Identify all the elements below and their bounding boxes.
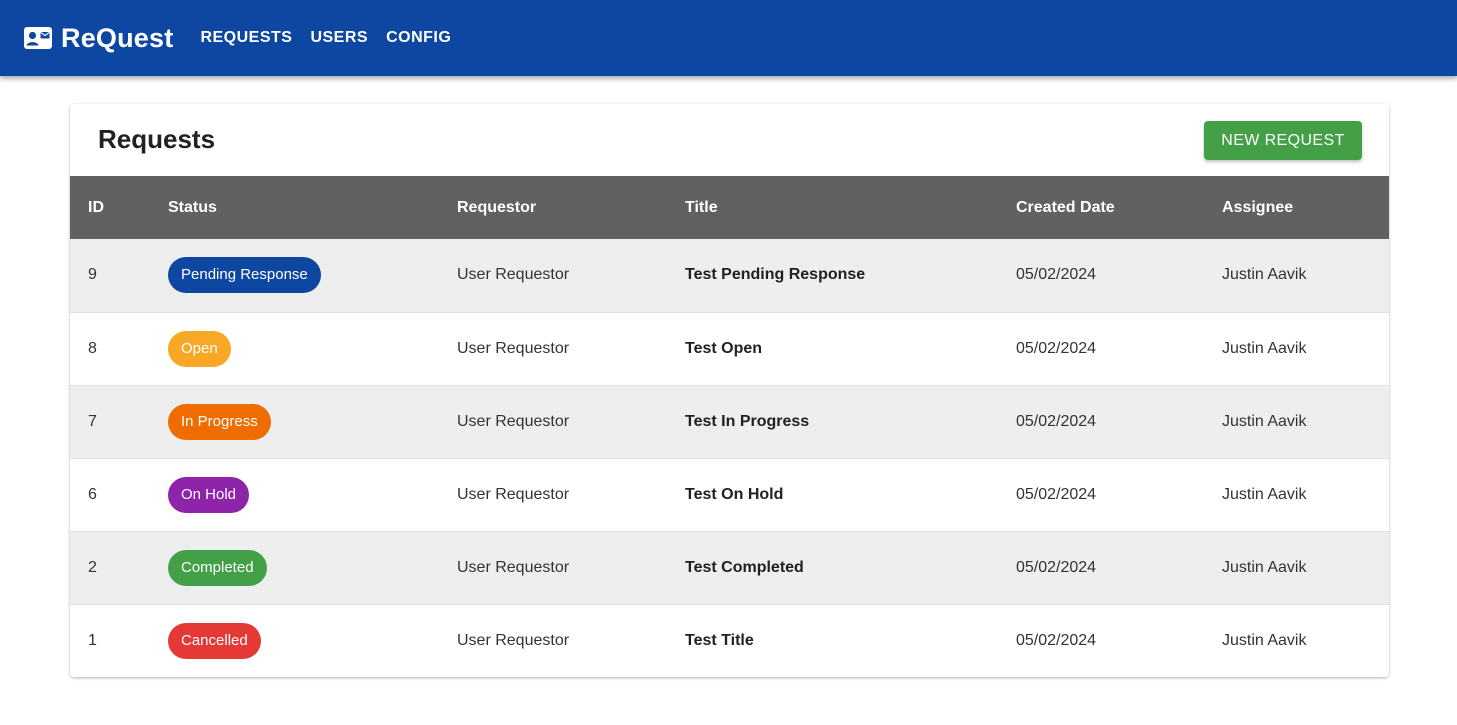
cell-id: 2 <box>88 558 97 576</box>
cell-title: Test Completed <box>685 558 804 576</box>
cell-id: 9 <box>88 266 97 284</box>
column-header-requestor[interactable]: Requestor <box>457 176 685 239</box>
table-header-row: ID Status Requestor Title Created Date A… <box>70 176 1389 239</box>
column-header-created-date[interactable]: Created Date <box>1016 176 1222 239</box>
nav-config[interactable]: CONFIG <box>377 23 460 53</box>
cell-created-date: 05/02/2024 <box>1016 631 1097 649</box>
main-nav: REQUESTS USERS CONFIG <box>191 23 460 53</box>
nav-requests[interactable]: REQUESTS <box>191 23 301 53</box>
status-badge: On Hold <box>168 476 250 513</box>
table-row[interactable]: 1 Cancelled User Requestor Test Title 05… <box>70 604 1389 677</box>
cell-created-date: 05/02/2024 <box>1016 339 1097 357</box>
status-badge: In Progress <box>168 403 271 440</box>
cell-assignee: Justin Aavik <box>1222 412 1307 430</box>
cell-created-date: 05/02/2024 <box>1016 412 1097 430</box>
cell-created-date: 05/02/2024 <box>1016 485 1097 503</box>
status-badge: Completed <box>168 549 267 586</box>
cell-requestor: User Requestor <box>457 558 570 576</box>
cell-requestor: User Requestor <box>457 266 570 284</box>
column-header-id[interactable]: ID <box>70 176 168 239</box>
card-header: Requests NEW REQUEST <box>70 104 1389 176</box>
cell-assignee: Justin Aavik <box>1222 266 1307 284</box>
status-badge: Cancelled <box>168 622 261 659</box>
column-header-title[interactable]: Title <box>685 176 1016 239</box>
cell-title: Test In Progress <box>685 412 810 430</box>
cell-requestor: User Requestor <box>457 412 570 430</box>
cell-title: Test Title <box>685 631 754 649</box>
cell-id: 7 <box>88 412 97 430</box>
cell-title: Test Open <box>685 339 763 357</box>
requests-table: ID Status Requestor Title Created Date A… <box>70 176 1389 677</box>
requests-card: Requests NEW REQUEST ID Status Requestor… <box>70 104 1389 677</box>
cell-id: 6 <box>88 485 97 503</box>
cell-status: Open <box>168 312 457 385</box>
nav-users[interactable]: USERS <box>301 23 377 53</box>
cell-assignee: Justin Aavik <box>1222 485 1307 503</box>
brand[interactable]: ReQuest <box>24 23 173 54</box>
cell-title: Test On Hold <box>685 485 784 503</box>
column-header-status[interactable]: Status <box>168 176 457 239</box>
new-request-button[interactable]: NEW REQUEST <box>1204 121 1362 160</box>
cell-status: In Progress <box>168 385 457 458</box>
cell-id: 8 <box>88 339 97 357</box>
table-row[interactable]: 6 On Hold User Requestor Test On Hold 05… <box>70 458 1389 531</box>
cell-status: Completed <box>168 531 457 604</box>
cell-assignee: Justin Aavik <box>1222 558 1307 576</box>
cell-title: Test Pending Response <box>685 266 866 284</box>
brand-name: ReQuest <box>61 22 174 53</box>
table-row[interactable]: 9 Pending Response User Requestor Test P… <box>70 239 1389 312</box>
table-row[interactable]: 8 Open User Requestor Test Open 05/02/20… <box>70 312 1389 385</box>
cell-requestor: User Requestor <box>457 485 570 503</box>
cell-created-date: 05/02/2024 <box>1016 558 1097 576</box>
column-header-assignee[interactable]: Assignee <box>1222 176 1389 239</box>
table-row[interactable]: 2 Completed User Requestor Test Complete… <box>70 531 1389 604</box>
cell-requestor: User Requestor <box>457 631 570 649</box>
cell-assignee: Justin Aavik <box>1222 339 1307 357</box>
table-row[interactable]: 7 In Progress User Requestor Test In Pro… <box>70 385 1389 458</box>
status-badge: Pending Response <box>168 257 321 294</box>
cell-id: 1 <box>88 631 97 649</box>
cell-assignee: Justin Aavik <box>1222 631 1307 649</box>
cell-status: On Hold <box>168 458 457 531</box>
status-badge: Open <box>168 330 231 367</box>
app-bar: ReQuest REQUESTS USERS CONFIG <box>0 0 1457 76</box>
page-title: Requests <box>98 124 216 154</box>
cell-status: Pending Response <box>168 239 457 312</box>
cell-requestor: User Requestor <box>457 339 570 357</box>
contact-card-icon <box>24 27 52 49</box>
cell-created-date: 05/02/2024 <box>1016 266 1097 284</box>
cell-status: Cancelled <box>168 604 457 677</box>
